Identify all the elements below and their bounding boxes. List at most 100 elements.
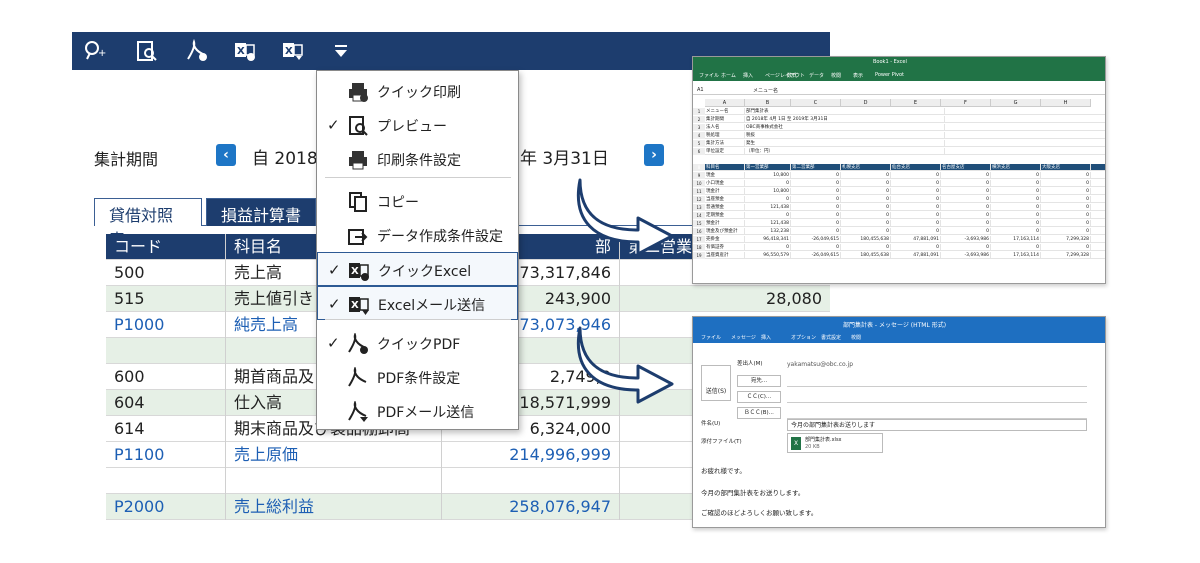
tab-balance-sheet[interactable]: 貸借対照表	[94, 198, 202, 249]
excel-cell[interactable]: 法人名	[705, 124, 745, 131]
excel-cell[interactable]: 0	[841, 188, 891, 195]
mail-ribbon-tab[interactable]: 校閲	[851, 334, 861, 341]
cell-v2[interactable]: 28,080	[620, 286, 830, 312]
excel-ribbon-tab[interactable]: ファイル	[699, 72, 719, 79]
next-period-button[interactable]: ›	[644, 144, 664, 166]
excel-col-header[interactable]: G	[991, 99, 1041, 107]
excel-cell[interactable]: 0	[841, 172, 891, 179]
excel-cell[interactable]: 0	[841, 180, 891, 187]
excel-cell[interactable]: -26,049,615	[791, 236, 841, 243]
excel-cell[interactable]: 10,800	[745, 172, 791, 179]
excel-cell[interactable]: 0	[891, 212, 941, 219]
excel-row-number[interactable]: 1	[693, 108, 705, 115]
cell-code[interactable]	[106, 468, 226, 494]
excel-row-number[interactable]: 12	[693, 196, 705, 203]
excel-ribbon-tab[interactable]: データ	[809, 72, 824, 79]
from-label[interactable]: 差出人(M)	[737, 359, 781, 371]
excel-cell[interactable]: 部門集計表	[745, 108, 945, 115]
menu-item-preview[interactable]: ✓ プレビュー	[317, 108, 518, 142]
excel-row-number[interactable]: 11	[693, 188, 705, 195]
excel-cell[interactable]: 0	[941, 220, 991, 227]
excel-icon[interactable]: X	[232, 38, 258, 64]
excel-cell[interactable]: 180,455,638	[841, 252, 891, 259]
excel-cell[interactable]: 7,299,328	[1041, 236, 1091, 243]
excel-cell[interactable]: 0	[941, 204, 991, 211]
excel-cell[interactable]: 仙台支店	[891, 164, 941, 171]
excel-row-number[interactable]: 3	[693, 124, 705, 131]
excel-cell[interactable]: 0	[1041, 212, 1091, 219]
excel-cell[interactable]: 科目名	[705, 164, 745, 171]
excel-formula[interactable]: メニュー名	[753, 87, 778, 94]
excel-cell[interactable]: （単位：円）	[745, 148, 945, 155]
excel-cell[interactable]: 0	[1041, 228, 1091, 235]
excel-cell[interactable]: 0	[891, 180, 941, 187]
to-button[interactable]: 宛先...	[737, 375, 781, 387]
excel-cell[interactable]: 当座資産計	[705, 252, 745, 259]
menu-item-print-settings[interactable]: 印刷条件設定	[317, 142, 518, 176]
mail-ribbon-tab[interactable]: メッセージ	[731, 334, 756, 341]
excel-cell[interactable]: 0	[1041, 196, 1091, 203]
excel-cell[interactable]: 預金計	[705, 220, 745, 227]
excel-cell[interactable]: 発生	[745, 140, 945, 147]
excel-ribbon-tab[interactable]: 数式	[787, 72, 797, 79]
excel-cell[interactable]: 132,238	[745, 228, 791, 235]
excel-cell[interactable]: 0	[991, 172, 1041, 179]
excel-col-header[interactable]: D	[841, 99, 891, 107]
excel-cell[interactable]: 0	[791, 228, 841, 235]
excel-cell[interactable]: 0	[991, 188, 1041, 195]
excel-cell[interactable]: 税抜	[745, 132, 945, 139]
bcc-button[interactable]: ＢＣＣ(B)...	[737, 407, 781, 419]
excel-col-header[interactable]: H	[1041, 99, 1091, 107]
cell-v1[interactable]: 214,996,999	[442, 442, 620, 468]
excel-cell[interactable]: 180,455,638	[841, 236, 891, 243]
excel-cell[interactable]: 第二営業部	[791, 164, 841, 171]
excel-cell[interactable]: 121,438	[745, 204, 791, 211]
excel-cell[interactable]: 0	[891, 244, 941, 251]
excel-cell[interactable]: 47,881,091	[891, 236, 941, 243]
excel-col-header[interactable]: F	[941, 99, 991, 107]
excel-cell[interactable]: 定期預金	[705, 212, 745, 219]
excel-cell[interactable]: 0	[841, 220, 891, 227]
excel-cell[interactable]: 0	[841, 228, 891, 235]
excel-cell[interactable]: OBC商事株式会社	[745, 124, 945, 131]
excel-cell[interactable]: 有価証券	[705, 244, 745, 251]
excel-row-number[interactable]: 6	[693, 148, 705, 155]
cell-v1[interactable]: 258,076,947	[442, 494, 620, 520]
excel-cell[interactable]: 売掛金	[705, 236, 745, 243]
excel-cell[interactable]: 0	[745, 180, 791, 187]
excel-cell[interactable]: 17,163,114	[991, 236, 1041, 243]
mail-ribbon-tab[interactable]: 挿入	[761, 334, 771, 341]
excel-cell[interactable]: 現金計	[705, 188, 745, 195]
excel-cell[interactable]: 0	[991, 220, 1041, 227]
cell-code[interactable]	[106, 338, 226, 364]
excel-cell[interactable]: 96,550,579	[745, 252, 791, 259]
excel-cell[interactable]: 0	[991, 204, 1041, 211]
excel-cell-ref[interactable]: A1	[697, 87, 704, 93]
excel-cell[interactable]: 0	[791, 212, 841, 219]
excel-cell[interactable]: 0	[791, 244, 841, 251]
excel-cell[interactable]: 0	[991, 196, 1041, 203]
excel-cell[interactable]: 0	[941, 172, 991, 179]
excel-cell[interactable]: 0	[745, 244, 791, 251]
excel-row-number[interactable]: 5	[693, 140, 705, 147]
excel-cell[interactable]: 0	[941, 212, 991, 219]
excel-cell[interactable]: 0	[941, 196, 991, 203]
attachment[interactable]: X 部門集計表.xlsx 20 KB	[787, 433, 883, 453]
excel-cell[interactable]: 7,299,328	[1041, 252, 1091, 259]
excel-row-number[interactable]: 16	[693, 228, 705, 235]
excel-cell[interactable]: 0	[941, 188, 991, 195]
mail-ribbon-tab[interactable]: ファイル	[701, 334, 721, 341]
excel-cell[interactable]: 自 2018年 4月 1日 至 2019年 3月31日	[745, 116, 945, 123]
cc-button[interactable]: ＣＣ(C)...	[737, 391, 781, 403]
excel-cell[interactable]: -3,693,986	[941, 236, 991, 243]
excel-ribbon-tab[interactable]: ホーム	[721, 72, 736, 79]
excel-col-header[interactable]: B	[745, 99, 791, 107]
prev-period-button[interactable]: ‹	[216, 144, 236, 166]
excel-row-number[interactable]: 17	[693, 236, 705, 243]
excel-cell[interactable]: 0	[791, 188, 841, 195]
mail-ribbon-tab[interactable]: オプション	[791, 334, 816, 341]
excel-cell[interactable]: 0	[1041, 188, 1091, 195]
excel-cell[interactable]: 0	[1041, 220, 1091, 227]
excel-cell[interactable]: -3,693,986	[941, 252, 991, 259]
excel-ribbon-tab[interactable]: 挿入	[743, 72, 753, 79]
